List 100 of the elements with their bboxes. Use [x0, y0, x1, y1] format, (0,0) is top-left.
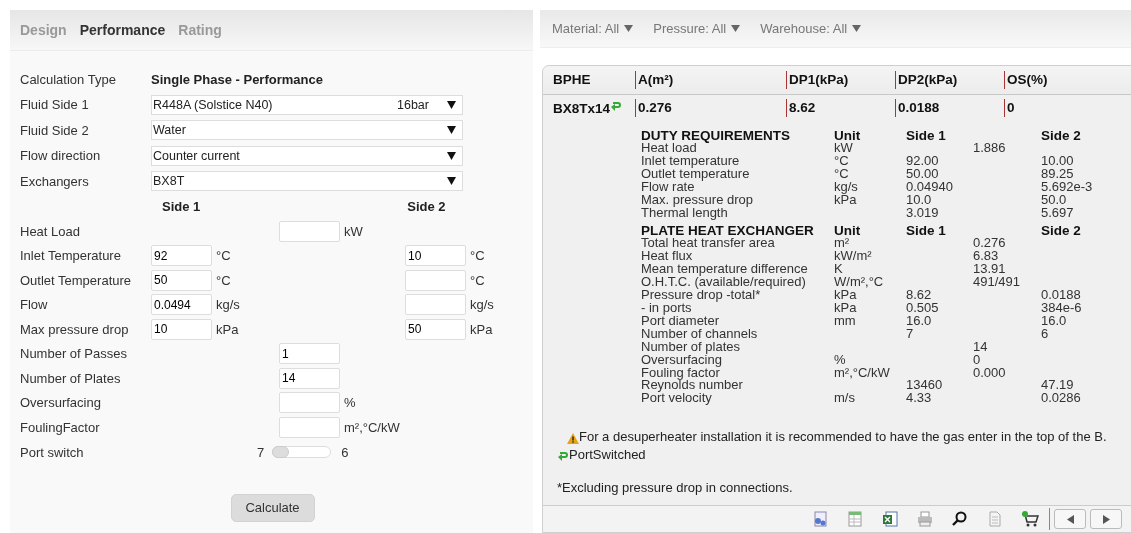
field-label: Inlet Temperature — [20, 248, 122, 264]
caret-icon — [447, 126, 456, 135]
switch-arrow-icon — [557, 451, 569, 463]
table-cell: 8.62 — [786, 99, 895, 117]
caret-icon — [731, 25, 741, 32]
value-cell-text: 13.91 — [973, 263, 1007, 277]
calculation-type-value: Single Phase - Performance — [151, 71, 323, 87]
column-heading: Side 2 — [407, 199, 446, 214]
input-field[interactable]: 50 — [151, 269, 212, 291]
row-label: Heat flux — [641, 250, 694, 264]
caret-icon — [447, 100, 456, 109]
row-label: - in ports — [641, 301, 693, 315]
row-label: Total heat transfer area — [641, 237, 776, 251]
caret-icon — [624, 25, 634, 32]
printer-icon[interactable] — [916, 510, 934, 528]
document-icon[interactable] — [986, 510, 1004, 528]
unit-label: m²,°C/kW — [343, 419, 400, 435]
row-label: Flow rate — [641, 180, 695, 194]
table-cell: 0.276 — [635, 99, 786, 117]
dropdown[interactable]: Water — [151, 120, 463, 141]
filter-dropdown[interactable]: Material: All — [552, 21, 634, 36]
warning-icon — [567, 433, 579, 445]
input-field[interactable]: 50 — [405, 318, 466, 340]
next-button[interactable] — [1090, 509, 1122, 529]
unit-cell-text: mm — [834, 314, 857, 328]
value-cell-text: 14 — [973, 340, 989, 354]
input-field[interactable]: 1 — [279, 343, 340, 365]
footnote: *Excluding pressure drop in connections. — [556, 479, 794, 496]
value-cell-text: 0.0286 — [1041, 392, 1082, 406]
column-heading: Unit — [834, 224, 862, 238]
field-label: Outlet Temperature — [20, 272, 133, 288]
field-label: Flow — [20, 297, 49, 313]
field-label: Number of Passes — [20, 346, 128, 362]
value-cell-text: 13460 — [906, 379, 944, 393]
row-label: Fouling factor — [641, 366, 720, 380]
value-cell-text: 5.697 — [1041, 206, 1075, 220]
unit-label: °C — [469, 272, 485, 288]
input-field[interactable] — [279, 416, 340, 438]
section-title: PLATE HEAT EXCHANGER — [641, 224, 815, 238]
input-field[interactable] — [279, 220, 340, 242]
value-cell-text: 6 — [1041, 327, 1050, 341]
row-label: Pressure drop -total* — [641, 289, 761, 302]
caret-icon — [852, 25, 862, 32]
calculate-button[interactable]: Calculate — [230, 493, 315, 522]
value-cell-text: 0.0188 — [1041, 289, 1082, 302]
row-label: Port velocity — [641, 392, 713, 406]
input-field[interactable] — [405, 269, 466, 291]
input-field[interactable]: 14 — [279, 367, 340, 389]
previous-button[interactable] — [1054, 509, 1086, 529]
value-cell-text: 7 — [906, 327, 915, 341]
field-label: Max pressure drop — [20, 321, 130, 337]
row-label: O.H.T.C. (available/required) — [641, 276, 807, 290]
row-label: Thermal length — [641, 206, 728, 220]
value-cell-text: 10.0 — [906, 193, 933, 207]
input-field[interactable] — [405, 294, 466, 316]
dropdown[interactable]: Counter current — [151, 145, 463, 166]
value-cell-text: 4.33 — [906, 392, 933, 406]
filter-dropdown[interactable]: Warehouse: All — [760, 21, 862, 36]
spreadsheet-icon[interactable] — [881, 510, 899, 528]
unit-label: kg/s — [469, 297, 494, 313]
settings-document-icon[interactable] — [811, 510, 829, 528]
unit-cell-text: °C — [834, 167, 850, 181]
input-field[interactable]: 0.0494 — [151, 294, 212, 316]
input-field[interactable]: 10 — [151, 318, 212, 340]
value-cell-text: 6.83 — [973, 250, 1000, 264]
unit-label: °C — [215, 248, 232, 264]
row-label: Mean temperature difference — [641, 263, 809, 277]
input-field[interactable]: 92 — [151, 245, 212, 267]
search-icon[interactable] — [951, 510, 969, 528]
dropdown[interactable]: BX8T — [151, 171, 463, 192]
value-cell-text: 0.276 — [973, 237, 1007, 251]
left-arrow-icon — [1066, 514, 1074, 524]
value-cell-text: 50.0 — [1041, 193, 1068, 207]
unit-cell-text: m/s — [834, 392, 856, 406]
unit-label: kPa — [215, 321, 240, 337]
filter-dropdown[interactable]: Pressure: All — [653, 21, 741, 36]
input-field[interactable]: 10 — [405, 245, 466, 267]
tab[interactable]: Performance — [79, 22, 166, 38]
unit-label: °C — [215, 272, 232, 288]
cart-add-icon[interactable] — [1021, 510, 1039, 528]
row-label: Number of channels — [641, 327, 759, 341]
column-header: OS(%) — [1004, 71, 1124, 89]
unit-cell-text: kg/s — [834, 180, 859, 194]
table-cell: BX8Tx14 — [553, 100, 611, 116]
slider-min-label: 7 — [257, 444, 265, 460]
slider-thumb[interactable] — [272, 446, 290, 458]
unit-cell-text: m² — [834, 237, 851, 251]
unit-label: kPa — [469, 321, 493, 337]
column-header: BPHE — [552, 71, 592, 89]
slider-track[interactable] — [272, 446, 332, 458]
unit-cell-text: °C — [834, 154, 850, 168]
value-cell-text: 1.886 — [973, 142, 1007, 155]
table-icon[interactable] — [846, 510, 864, 528]
value-cell-text: 89.25 — [1041, 167, 1075, 181]
slider-max-label: 6 — [341, 444, 349, 460]
row-label: Outlet temperature — [641, 167, 751, 181]
value-cell-text: 0.04940 — [906, 180, 954, 194]
dropdown[interactable]: R448A (Solstice N40) 16bar — [151, 94, 463, 115]
unit-cell-text: kPa — [834, 301, 858, 315]
input-field[interactable] — [279, 392, 340, 414]
